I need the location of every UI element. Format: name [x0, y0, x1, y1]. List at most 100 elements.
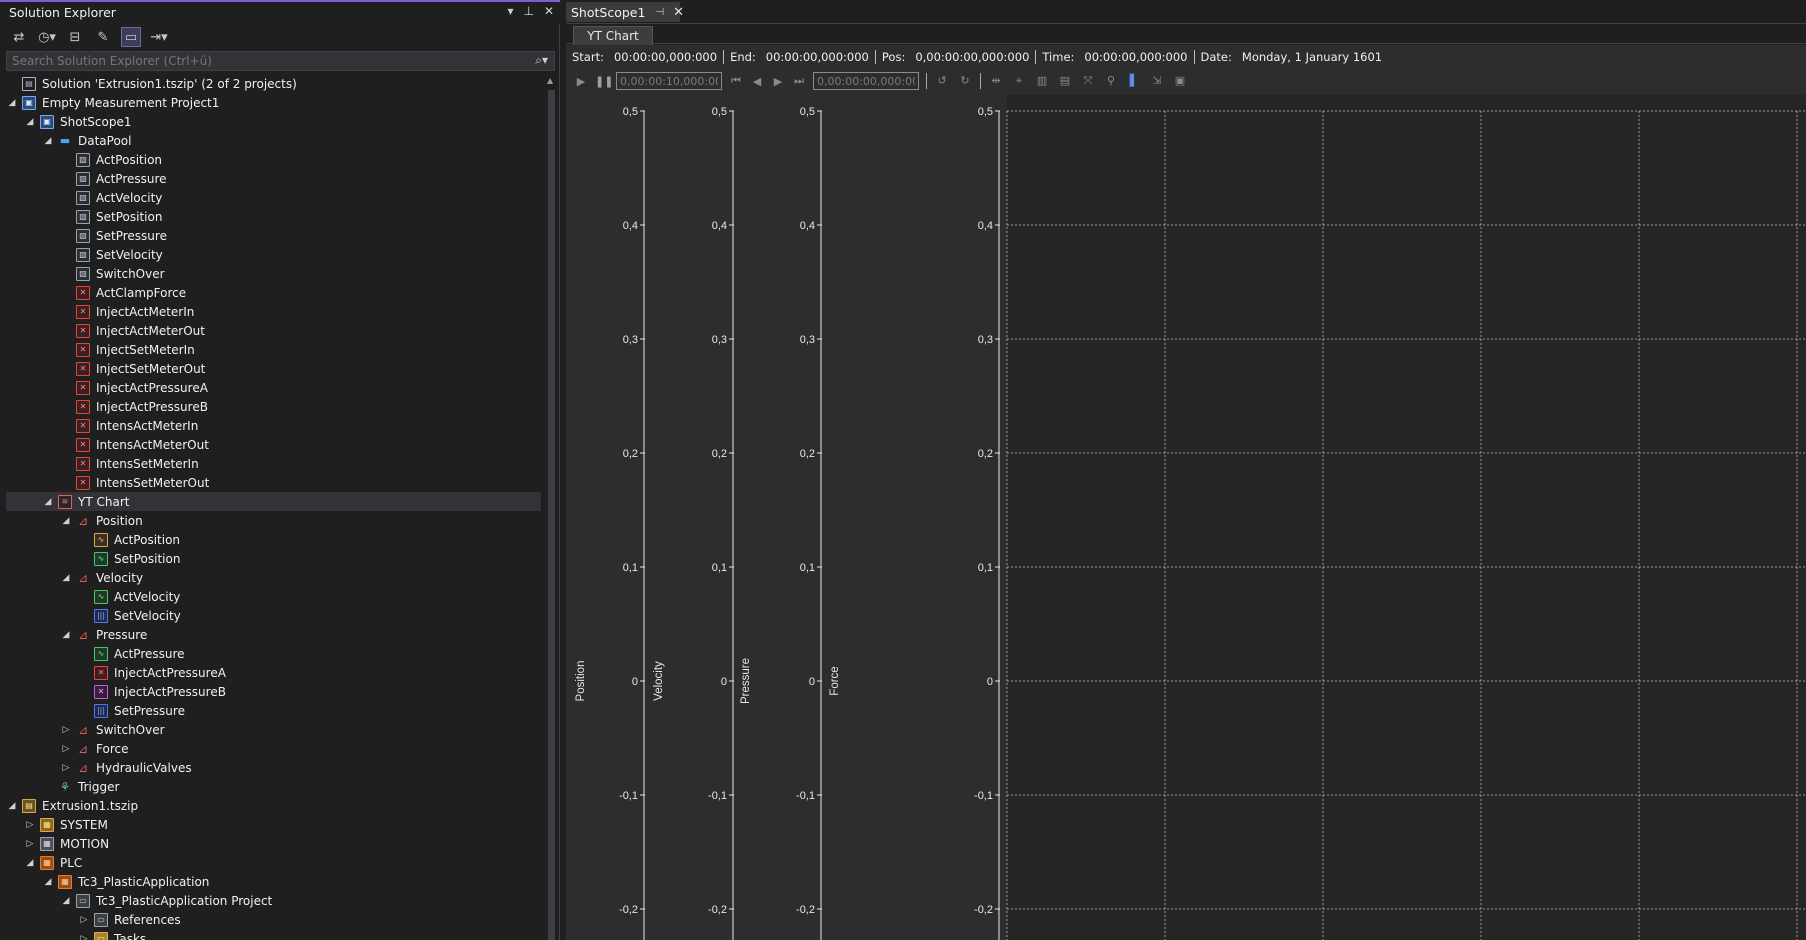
collapse-arrow-icon[interactable]: ◢ [60, 630, 72, 640]
tree-node[interactable]: ◢ ≋ YT Chart [6, 492, 541, 511]
tree-node[interactable]: ▷ ⊿ Force [6, 739, 541, 758]
collapse-arrow-icon[interactable]: ◢ [60, 573, 72, 583]
play-icon[interactable]: ▶ [574, 75, 588, 88]
align-axes-icon[interactable]: ▥ [1034, 74, 1050, 88]
tree-node[interactable]: ✕ IntensSetMeterIn [6, 454, 541, 473]
close-tab-icon[interactable]: ✕ [673, 5, 684, 20]
tree-node[interactable]: ∿ SetPosition [6, 549, 541, 568]
collapse-arrow-icon[interactable]: ◢ [60, 896, 72, 906]
step-forward-icon[interactable]: ▶ [771, 75, 785, 88]
tree-node[interactable]: ✕ InjectSetMeterOut [6, 359, 541, 378]
search-box[interactable]: ⌕▾ [6, 51, 555, 71]
pan-icon[interactable]: ⇹ [988, 74, 1004, 88]
tree-node[interactable]: ✕ IntensSetMeterOut [6, 473, 541, 492]
preview-selected-items-icon[interactable]: ▭ [121, 27, 141, 47]
screenshot-icon[interactable]: ▣ [1172, 74, 1188, 88]
scrollbar-thumb[interactable] [548, 90, 555, 940]
tree-node[interactable]: ▧ SetPosition [6, 207, 541, 226]
tree-node[interactable]: ◢ ▤ Extrusion1.tszip [6, 796, 541, 815]
tree-node[interactable]: ◢ ▦ Tc3_PlasticApplication [6, 872, 541, 891]
tree-node[interactable]: ✕ InjectSetMeterIn [6, 340, 541, 359]
pause-icon[interactable]: ❚❚ [595, 75, 613, 88]
tree-node[interactable]: ||| SetVelocity [6, 606, 541, 625]
expand-arrow-icon[interactable]: ▷ [60, 763, 72, 773]
tree-node[interactable]: ▧ ActPressure [6, 169, 541, 188]
tree-node[interactable]: ▧ ActVelocity [6, 188, 541, 207]
interval-field[interactable] [616, 72, 722, 90]
tree-node[interactable]: ◢ ▦ PLC [6, 853, 541, 872]
tree-node[interactable]: ▧ SwitchOver [6, 264, 541, 283]
zoom-fit-icon[interactable]: ⤧ [1080, 74, 1096, 88]
redo-icon[interactable]: ↻ [957, 74, 973, 88]
tab-yt-chart[interactable]: YT Chart [573, 26, 653, 45]
tab-shotscope1[interactable]: ShotScope1 ⊣ ✕ [566, 2, 684, 22]
tree-scrollbar[interactable]: ▲ [545, 74, 558, 940]
tree-node[interactable]: ◢ ▣ ShotScope1 [6, 112, 541, 131]
tree-node[interactable]: ▷ ▦ SYSTEM [6, 815, 541, 834]
tree-node[interactable]: ✕ InjectActPressureA [6, 378, 541, 397]
tree-node[interactable]: ▷ ⊿ HydraulicValves [6, 758, 541, 777]
tree-node[interactable]: ◢ ▭ Tc3_PlasticApplication Project [6, 891, 541, 910]
collapse-arrow-icon[interactable]: ◢ [42, 877, 54, 887]
expand-arrow-icon[interactable]: ▷ [78, 934, 90, 940]
tree-node[interactable]: ◢ ⊿ Position [6, 511, 541, 530]
tree-node[interactable]: ◢ ▣ Empty Measurement Project1 [6, 93, 541, 112]
tree-node[interactable]: ✕ InjectActPressureB [6, 682, 541, 701]
collapse-arrow-icon[interactable]: ◢ [42, 497, 54, 507]
search-input[interactable] [7, 52, 507, 70]
switch-views-icon[interactable]: ⇄ [10, 28, 28, 46]
tree-node[interactable]: ✕ IntensActMeterIn [6, 416, 541, 435]
expand-arrow-icon[interactable]: ▷ [78, 915, 90, 925]
collapse-arrow-icon[interactable]: ◢ [24, 117, 36, 127]
tree-node[interactable]: ✕ IntensActMeterOut [6, 435, 541, 454]
tree-node[interactable]: ✕ InjectActMeterIn [6, 302, 541, 321]
sync-dropdown-icon[interactable]: ⇥▾ [150, 28, 168, 46]
tree-node[interactable]: ▷ ▭ References [6, 910, 541, 929]
search-icon[interactable]: ⌕▾ [535, 53, 548, 68]
scale-axes-icon[interactable]: ▤ [1057, 74, 1073, 88]
tree-node[interactable]: ∿ ActVelocity [6, 587, 541, 606]
tree-node[interactable]: ▤ Solution 'Extrusion1.tszip' (2 of 2 pro… [6, 74, 541, 93]
position-field[interactable] [813, 72, 919, 90]
export-icon[interactable]: ⇲ [1149, 74, 1165, 88]
tree-node[interactable]: ▧ SetPressure [6, 226, 541, 245]
expand-arrow-icon[interactable]: ▷ [60, 725, 72, 735]
collapse-arrow-icon[interactable]: ◢ [60, 516, 72, 526]
properties-wrench-icon[interactable]: ✎ [94, 28, 112, 46]
tree-node[interactable]: ✕ ActClampForce [6, 283, 541, 302]
skip-to-start-icon[interactable]: ⏮ [729, 74, 743, 88]
tree-node[interactable]: ◢ ⊿ Velocity [6, 568, 541, 587]
tree-node[interactable]: ▷ ▦ MOTION [6, 834, 541, 853]
collapse-arrow-icon[interactable]: ◢ [6, 98, 18, 108]
tree-node[interactable]: ✕ InjectActMeterOut [6, 321, 541, 340]
window-position-dropdown-icon[interactable]: ▾ [507, 4, 513, 18]
tree-node[interactable]: ▧ SetVelocity [6, 245, 541, 264]
plot-area[interactable] [1007, 95, 1806, 940]
marker-icon[interactable]: ▌ [1126, 74, 1142, 88]
collapse-arrow-icon[interactable]: ◢ [42, 136, 54, 146]
scroll-up-arrow-icon[interactable]: ▲ [547, 76, 553, 85]
collapse-arrow-icon[interactable]: ◢ [6, 801, 18, 811]
tree-node[interactable]: ⚘ Trigger [6, 777, 541, 796]
collapse-arrow-icon[interactable]: ◢ [24, 858, 36, 868]
yt-chart[interactable]: 0,5 0,5 0,5 0,5 0,4 0,4 0,4 0,4 0,3 0,3 0,3 0,3 0,2 0… [566, 95, 1806, 940]
tree-node[interactable]: ∿ ActPressure [6, 644, 541, 663]
tree-node[interactable]: ▷ ⊿ SwitchOver [6, 720, 541, 739]
close-icon[interactable]: ✕ [544, 4, 554, 18]
tree-node[interactable]: ✕ InjectActPressureB [6, 397, 541, 416]
pending-changes-filter-icon[interactable]: ◷▾ [38, 28, 56, 46]
skip-to-end-icon[interactable]: ⏭ [792, 74, 806, 88]
tree-node[interactable]: ▧ ActPosition [6, 150, 541, 169]
pin-tab-icon[interactable]: ⊣ [655, 7, 664, 18]
tree-node[interactable]: ||| SetPressure [6, 701, 541, 720]
tree-node[interactable]: ◢ ▬ DataPool [6, 131, 541, 150]
tree-node[interactable]: ✕ InjectActPressureA [6, 663, 541, 682]
pin-icon[interactable]: ⊥ [523, 4, 533, 18]
zoom-icon[interactable]: ⚲ [1103, 74, 1119, 88]
step-back-icon[interactable]: ◀ [750, 75, 764, 88]
collapse-all-icon[interactable]: ⊟ [66, 28, 84, 46]
expand-arrow-icon[interactable]: ▷ [24, 820, 36, 830]
undo-icon[interactable]: ↺ [934, 74, 950, 88]
tree-node[interactable]: ▷ ▭ Tasks [6, 929, 541, 940]
expand-arrow-icon[interactable]: ▷ [60, 744, 72, 754]
